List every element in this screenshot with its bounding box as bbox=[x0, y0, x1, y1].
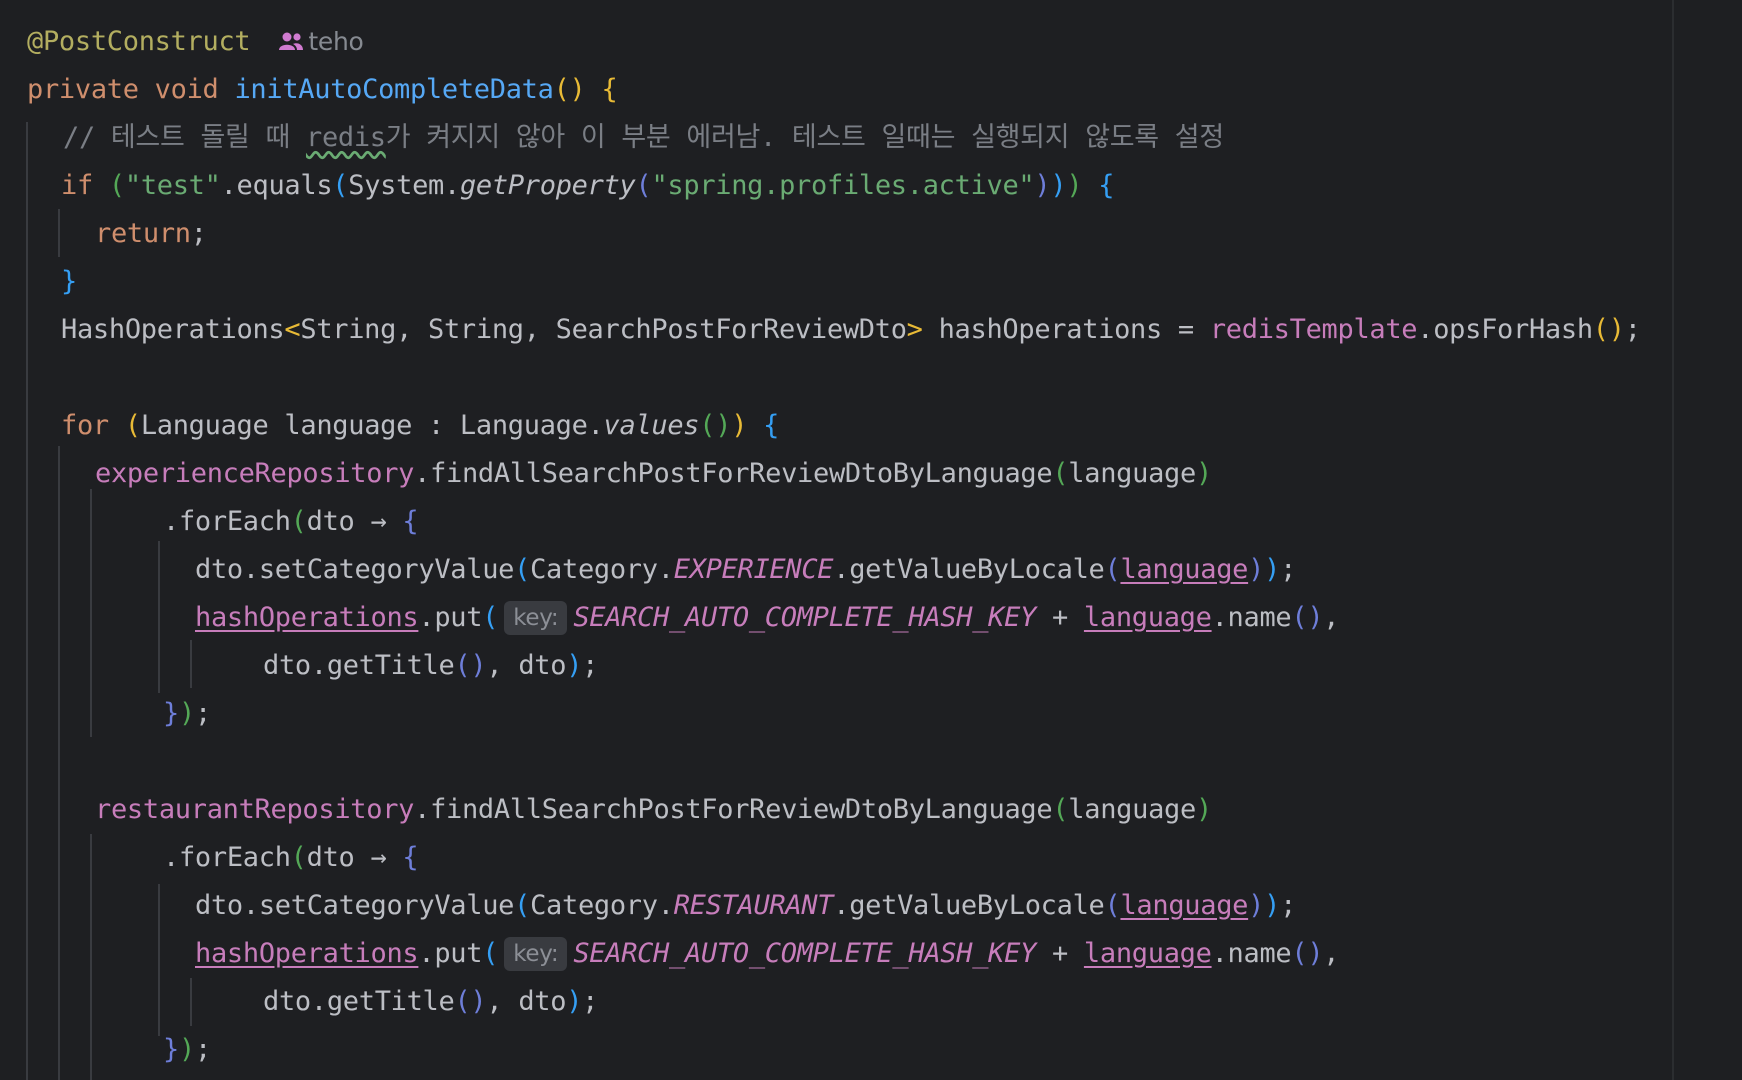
code-line[interactable]: experienceRepository.findAllSearchPostFo… bbox=[95, 450, 1212, 498]
method-name: initAutoCompleteData bbox=[234, 74, 554, 105]
code-line[interactable]: for (Language language : Language.values… bbox=[61, 402, 779, 450]
var-hash-operations: hashOperations bbox=[195, 938, 419, 969]
param-language: language bbox=[1083, 938, 1212, 969]
enum-constant: RESTAURANT bbox=[673, 890, 834, 921]
field-experience-repository: experienceRepository bbox=[95, 458, 415, 489]
indent-guide bbox=[26, 122, 28, 1080]
indent-guide bbox=[190, 640, 192, 688]
people-icon bbox=[279, 32, 304, 50]
code-line[interactable]: hashOperations.put(key: SEARCH_AUTO_COMPL… bbox=[195, 930, 1340, 978]
code-line[interactable]: restaurantRepository.findAllSearchPostFo… bbox=[95, 786, 1212, 834]
code-line[interactable]: } bbox=[61, 258, 77, 306]
code-editor[interactable]: @PostConstruct teho private void initAuto… bbox=[0, 0, 1742, 1080]
code-line[interactable]: return; bbox=[95, 210, 207, 258]
code-line[interactable]: }); bbox=[163, 1026, 211, 1074]
author-name: teho bbox=[308, 27, 364, 56]
keyword-for: for bbox=[61, 410, 109, 441]
code-line[interactable]: private void initAutoCompleteData() { bbox=[27, 66, 618, 114]
code-line[interactable]: .forEach(dto → { bbox=[163, 498, 419, 546]
code-line[interactable]: dto.getTitle(), dto); bbox=[263, 642, 598, 690]
code-line[interactable]: dto.setCategoryValue(Category.RESTAURANT… bbox=[195, 882, 1296, 930]
code-line[interactable]: }); bbox=[163, 690, 211, 738]
comment: // 테스트 돌릴 때 redis가 켜지지 않아 이 부분 에러남. 테스트 … bbox=[63, 122, 1224, 153]
indent-guide bbox=[158, 541, 160, 693]
param-language: language bbox=[1083, 602, 1212, 633]
param-language: language bbox=[1120, 890, 1249, 921]
code-line[interactable]: dto.getTitle(), dto); bbox=[263, 978, 598, 1026]
parameter-hint: key: bbox=[504, 937, 568, 971]
keyword-private: private bbox=[27, 74, 139, 105]
indent-guide bbox=[90, 489, 92, 737]
field-restaurant-repository: restaurantRepository bbox=[95, 794, 415, 825]
code-line[interactable]: @PostConstruct teho bbox=[27, 18, 364, 66]
indent-guide bbox=[58, 446, 60, 1080]
code-line[interactable]: dto.setCategoryValue(Category.EXPERIENCE… bbox=[195, 546, 1296, 594]
indent-guide bbox=[190, 978, 192, 1026]
indent-guide bbox=[58, 209, 60, 257]
code-line[interactable]: HashOperations<String, String, SearchPos… bbox=[61, 306, 1641, 354]
code-line[interactable]: .forEach(dto → { bbox=[163, 834, 419, 882]
constant-hash-key: SEARCH_AUTO_COMPLETE_HASH_KEY bbox=[573, 938, 1037, 969]
var-hash-operations: hashOperations bbox=[195, 602, 419, 633]
indent-guide bbox=[90, 834, 92, 1080]
author-hint[interactable]: teho bbox=[278, 27, 364, 56]
param-language: language bbox=[1120, 554, 1249, 585]
constant-hash-key: SEARCH_AUTO_COMPLETE_HASH_KEY bbox=[573, 602, 1037, 633]
keyword-return: return bbox=[95, 218, 191, 249]
annotation: @PostConstruct bbox=[27, 26, 251, 57]
right-margin-guide bbox=[1672, 0, 1674, 1080]
keyword-void: void bbox=[154, 74, 219, 105]
indent-guide bbox=[158, 884, 160, 1036]
typo-highlight: redis bbox=[305, 122, 386, 153]
static-method: getProperty bbox=[459, 170, 636, 201]
string-literal: "spring.profiles.active" bbox=[651, 170, 1035, 201]
string-literal: "test" bbox=[124, 170, 221, 201]
keyword-if: if bbox=[61, 170, 93, 201]
enum-constant: EXPERIENCE bbox=[673, 554, 834, 585]
parameter-hint: key: bbox=[504, 601, 568, 635]
code-line[interactable]: hashOperations.put(key: SEARCH_AUTO_COMPL… bbox=[195, 594, 1340, 642]
code-line[interactable]: // 테스트 돌릴 때 redis가 켜지지 않아 이 부분 에러남. 테스트 … bbox=[63, 114, 1224, 162]
code-line[interactable]: if ("test".equals(System.getProperty("sp… bbox=[61, 162, 1115, 210]
field-redis-template: redisTemplate bbox=[1209, 314, 1418, 345]
